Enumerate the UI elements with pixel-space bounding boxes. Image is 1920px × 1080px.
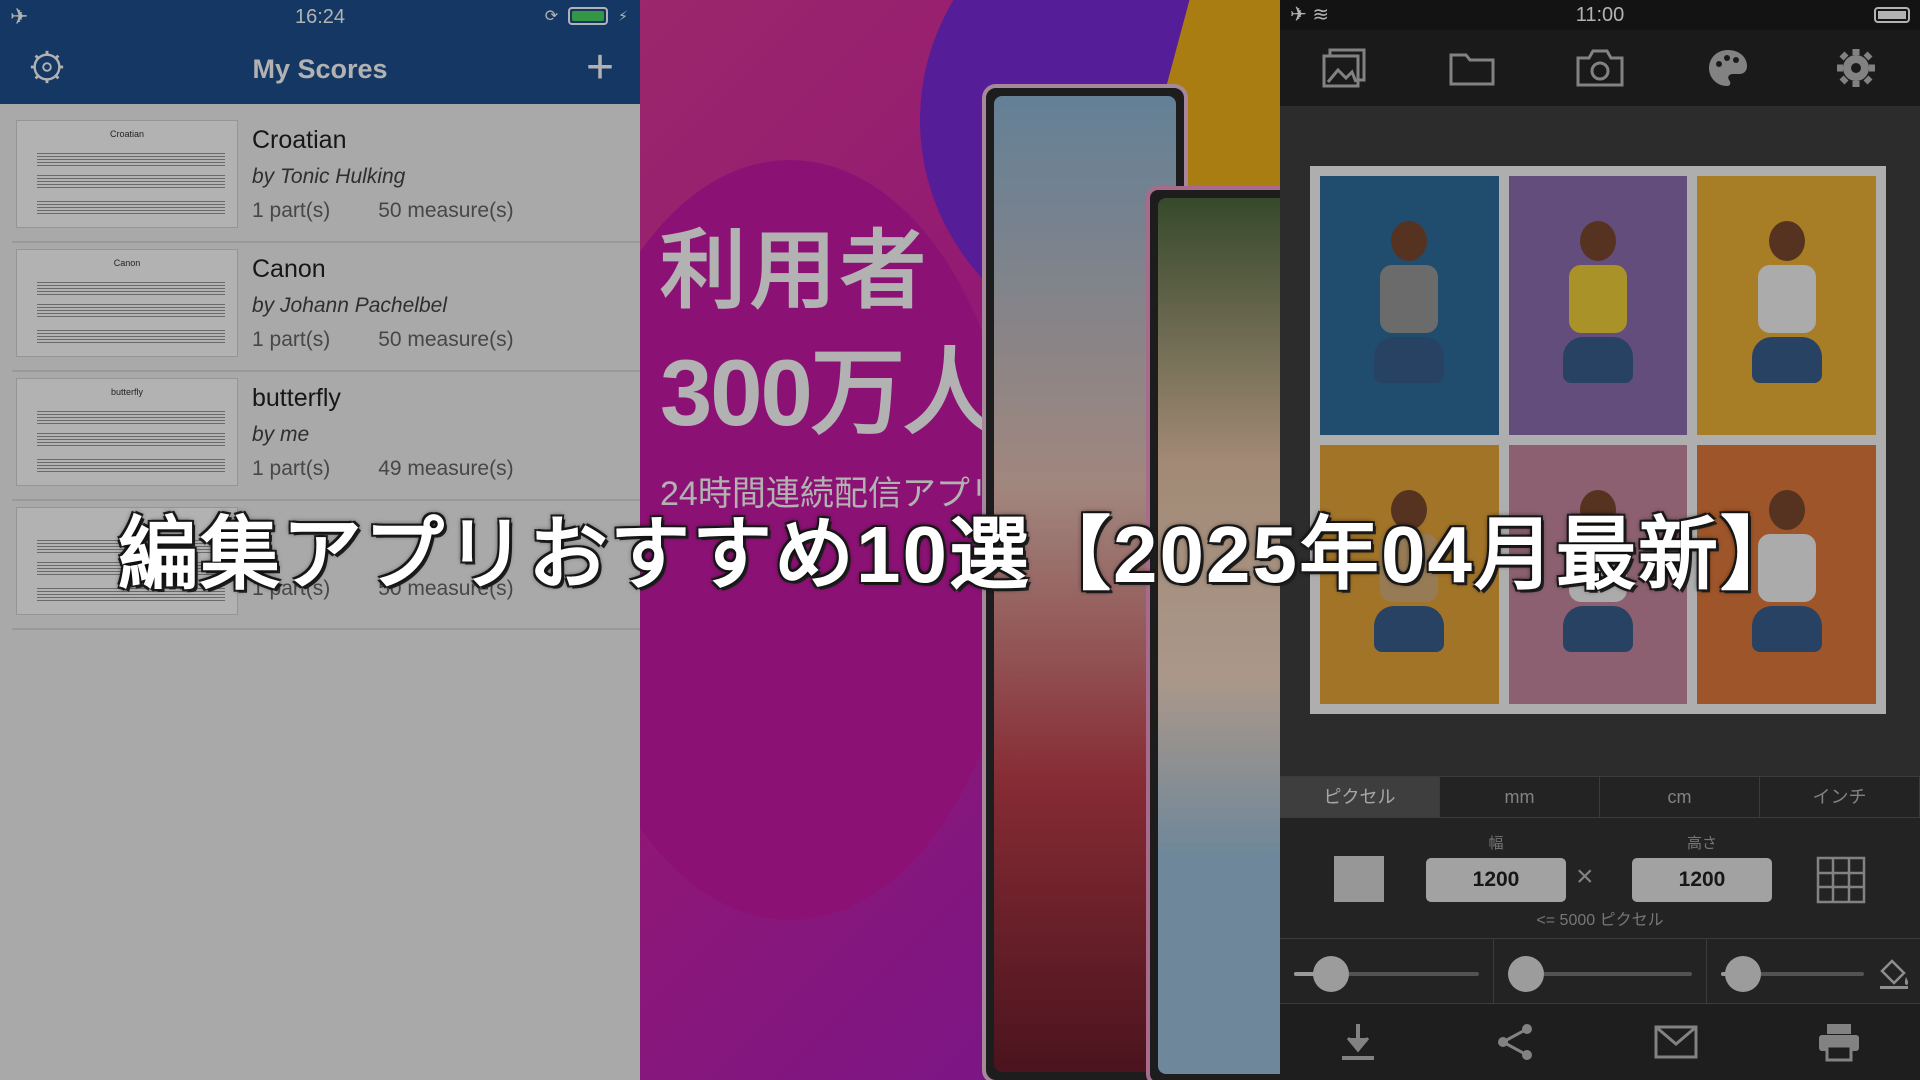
collage-photo[interactable]	[1508, 176, 1688, 435]
size-limit-note: <= 5000 ピクセル	[1536, 912, 1664, 929]
collage-photo[interactable]	[1697, 176, 1876, 435]
times-icon: ×	[1576, 860, 1594, 893]
score-parts: 1 part(s)	[252, 457, 331, 480]
mail-icon[interactable]	[1654, 1025, 1698, 1059]
battery-icon	[1874, 7, 1910, 23]
spacing-slider[interactable]	[1707, 939, 1920, 1003]
score-thumbnail: Croatian	[16, 120, 238, 228]
settings-icon[interactable]	[28, 48, 66, 86]
paint-bucket-icon[interactable]	[1876, 955, 1912, 991]
camera-icon[interactable]	[1575, 43, 1625, 93]
score-author: by Johann Pachelbel	[252, 294, 447, 317]
score-row[interactable]: Croatian Croatian by Tonic Hulking 1 par…	[12, 114, 640, 243]
page-title: My Scores	[252, 53, 388, 84]
add-score-button[interactable]: +	[586, 42, 614, 94]
article-title: 編集アプリおすすめ10選【2025年04月最新】	[118, 510, 1802, 599]
toolbar	[1280, 30, 1920, 106]
jumping-person	[1742, 220, 1832, 391]
score-measures: 50 measure(s)	[378, 199, 514, 222]
gear-icon[interactable]	[1831, 43, 1881, 93]
action-bar	[1280, 1004, 1920, 1080]
score-measures: 49 measure(s)	[378, 457, 514, 480]
airplane-wifi-icon: ✈ ≋	[1290, 4, 1330, 26]
height-field[interactable]: 1200	[1632, 858, 1772, 902]
border-width-slider[interactable]	[1280, 939, 1494, 1003]
score-title: Croatian	[252, 126, 347, 154]
width-label: 幅	[1488, 835, 1504, 852]
score-row[interactable]: Canon Canon by Johann Pachelbel 1 part(s…	[12, 243, 640, 372]
size-settings: 幅 1200 × 高さ 1200 <= 5000 ピクセル	[1280, 818, 1920, 938]
score-title: butterfly	[252, 384, 341, 412]
score-author: by Tonic Hulking	[252, 165, 406, 188]
nav-bar: My Scores +	[0, 34, 640, 104]
grid-layout-icon[interactable]	[1816, 856, 1866, 904]
score-row[interactable]: butterfly butterfly by me 1 part(s) 49 me…	[12, 372, 640, 501]
status-bar: ✈ 16:24 ⟳ ⚡	[0, 0, 640, 34]
tab-pixel[interactable]: ピクセル	[1280, 777, 1440, 817]
collage-canvas	[1280, 106, 1920, 776]
collage-grid	[1310, 166, 1886, 714]
phone-screenshot-secondary	[1146, 186, 1280, 1080]
collage-photo[interactable]	[1320, 176, 1499, 435]
height-label: 高さ	[1686, 835, 1717, 852]
score-author: by me	[252, 423, 310, 446]
download-icon[interactable]	[1340, 1022, 1376, 1062]
tab-cm[interactable]: cm	[1600, 777, 1760, 817]
score-measures: 50 measure(s)	[378, 328, 514, 351]
palette-icon[interactable]	[1703, 43, 1753, 93]
corner-radius-slider[interactable]	[1494, 939, 1708, 1003]
score-parts: 1 part(s)	[252, 328, 331, 351]
rotation-lock-icon: ⟳	[544, 8, 559, 25]
tab-inch[interactable]: インチ	[1760, 777, 1920, 817]
airplane-icon: ✈	[10, 4, 29, 29]
score-title: Canon	[252, 255, 326, 283]
jumping-person	[1553, 220, 1643, 391]
background-color-swatch[interactable]	[1334, 856, 1384, 902]
status-time: 11:00	[1575, 4, 1625, 26]
score-thumbnail: Canon	[16, 249, 238, 357]
print-icon[interactable]	[1817, 1022, 1861, 1062]
battery-icon	[568, 7, 609, 25]
score-thumbnail: butterfly	[16, 378, 238, 486]
status-time: 16:24	[294, 5, 346, 28]
width-field[interactable]: 1200	[1426, 858, 1566, 902]
unit-tabs: ピクセル mm cm インチ	[1280, 776, 1920, 818]
photo-library-icon[interactable]	[1319, 43, 1369, 93]
jumping-person	[1364, 220, 1454, 391]
folder-icon[interactable]	[1447, 43, 1497, 93]
adjustment-sliders	[1280, 938, 1920, 1004]
charging-icon: ⚡	[618, 7, 628, 24]
status-bar: ✈ ≋ 11:00	[1280, 0, 1920, 30]
tab-mm[interactable]: mm	[1440, 777, 1600, 817]
share-icon[interactable]	[1495, 1022, 1535, 1062]
score-parts: 1 part(s)	[252, 199, 331, 222]
